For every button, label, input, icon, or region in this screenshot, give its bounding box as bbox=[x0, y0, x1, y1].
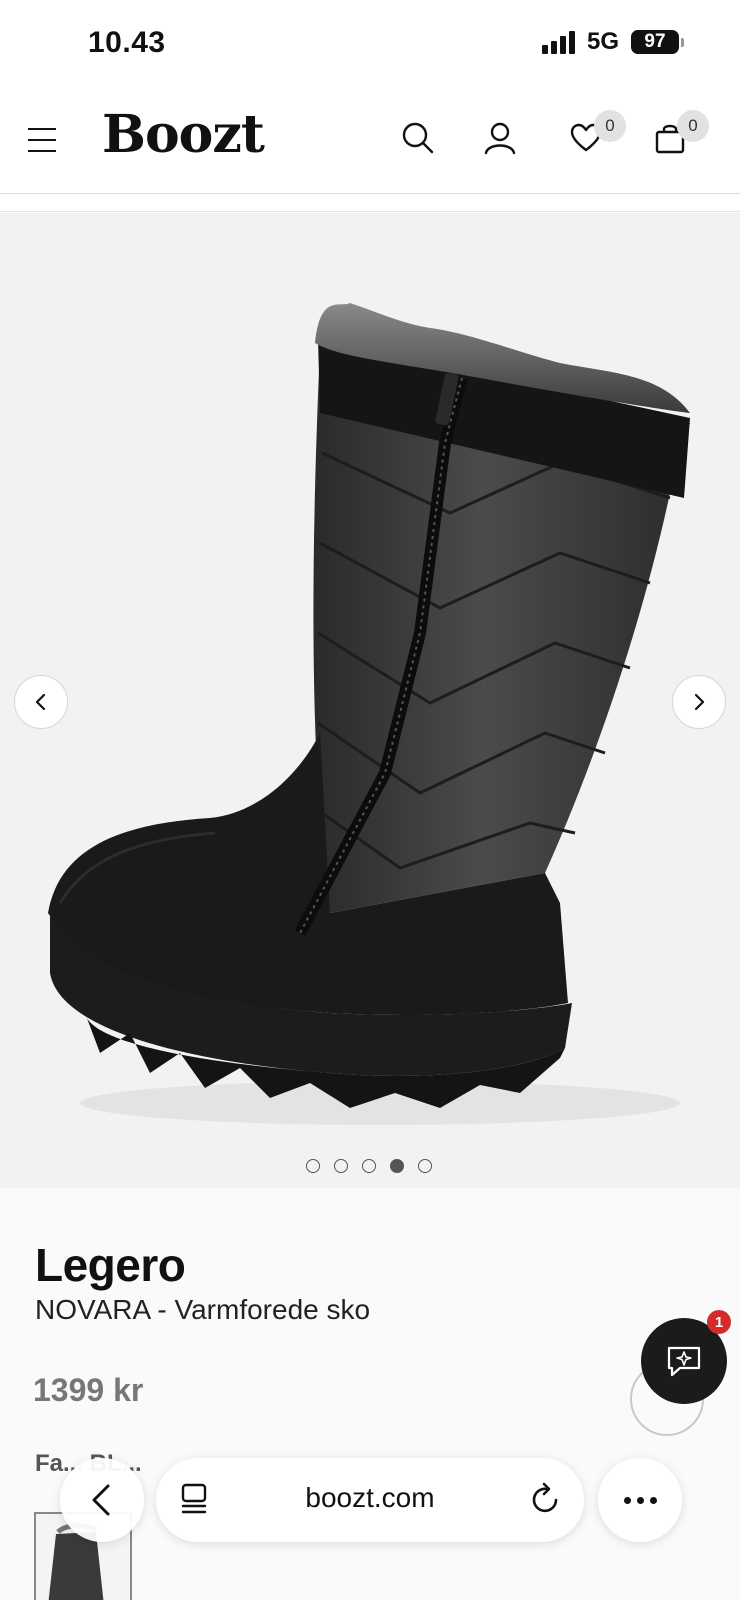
gallery-pagination bbox=[306, 1159, 432, 1173]
chat-notification-badge: 1 bbox=[707, 1310, 731, 1334]
chevron-left-icon bbox=[35, 693, 46, 711]
status-icons: 5G 97 bbox=[541, 28, 684, 56]
gallery-next-button[interactable] bbox=[672, 675, 726, 729]
browser-back-button[interactable] bbox=[60, 1458, 144, 1542]
status-time: 10.43 bbox=[88, 26, 166, 59]
battery-icon: 97 bbox=[631, 30, 684, 54]
account-icon[interactable] bbox=[480, 118, 520, 158]
gallery-dot-2[interactable] bbox=[334, 1159, 348, 1173]
gallery-prev-button[interactable] bbox=[14, 675, 68, 729]
signal-icon bbox=[541, 30, 575, 54]
chat-sparkle-icon bbox=[667, 1346, 701, 1377]
product-image-boot bbox=[48, 303, 690, 1125]
chevron-left-icon bbox=[92, 1484, 110, 1516]
browser-more-button[interactable] bbox=[598, 1458, 682, 1542]
reload-icon[interactable] bbox=[530, 1482, 562, 1516]
product-brand[interactable]: Legero bbox=[35, 1238, 186, 1292]
header-divider bbox=[0, 211, 740, 212]
boozt-logo[interactable]: Boozt bbox=[102, 104, 265, 165]
product-name: NOVARA - Varmforede sko bbox=[35, 1294, 371, 1325]
product-image-gallery[interactable] bbox=[0, 213, 740, 1188]
battery-level: 97 bbox=[631, 30, 679, 54]
browser-address-bar[interactable]: boozt.com bbox=[156, 1458, 584, 1542]
gallery-dot-1[interactable] bbox=[306, 1159, 320, 1173]
site-header: Boozt 0 0 bbox=[0, 92, 740, 194]
product-price: 1399 kr bbox=[33, 1372, 144, 1408]
hamburger-menu-icon[interactable] bbox=[28, 128, 56, 152]
status-bar: 10.43 5G 97 bbox=[0, 0, 740, 90]
gallery-dot-5[interactable] bbox=[418, 1159, 432, 1173]
network-label: 5G bbox=[586, 28, 619, 55]
chevron-right-icon bbox=[694, 693, 705, 711]
more-dots-icon bbox=[623, 1496, 631, 1504]
search-icon[interactable] bbox=[398, 118, 438, 158]
cart-count-badge: 0 bbox=[677, 110, 709, 142]
gallery-dot-3[interactable] bbox=[362, 1159, 376, 1173]
browser-url[interactable]: boozt.com bbox=[156, 1482, 584, 1514]
wishlist-count-badge: 0 bbox=[594, 110, 626, 142]
gallery-dot-4[interactable] bbox=[390, 1159, 404, 1173]
